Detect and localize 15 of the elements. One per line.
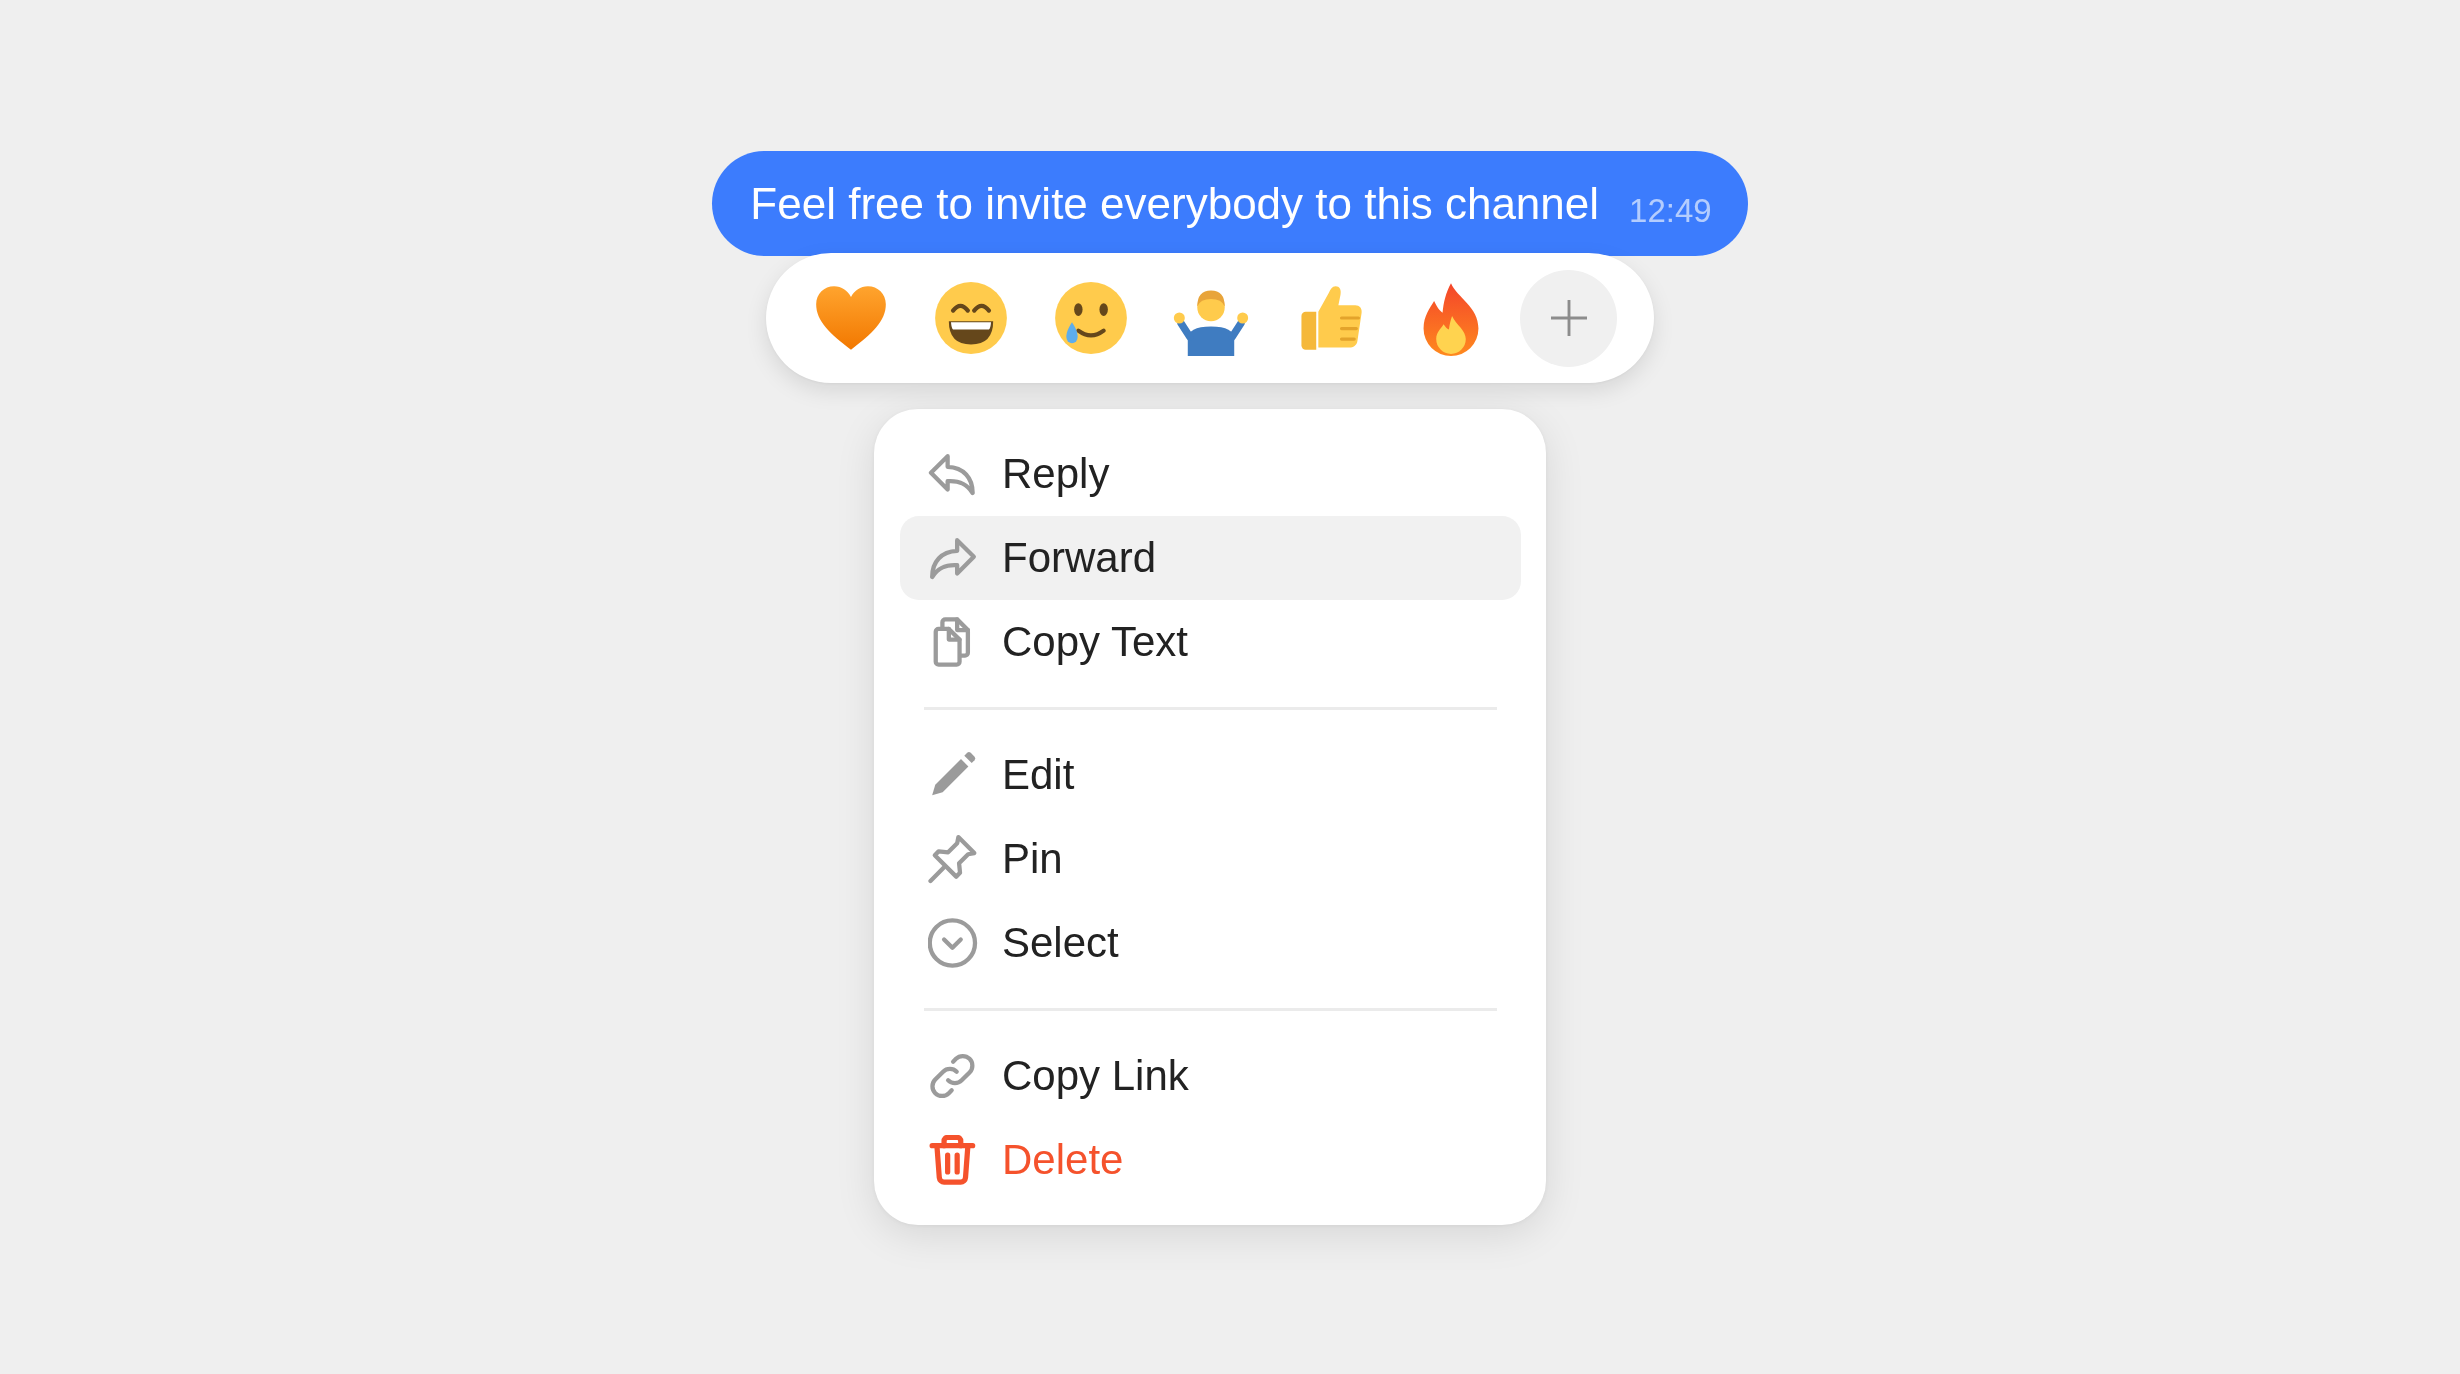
circle-chevron-icon bbox=[928, 918, 978, 968]
menu-item[interactable]: Pin bbox=[900, 817, 1521, 901]
smiling-face-with-tear-icon[interactable] bbox=[1053, 280, 1129, 356]
message-text: Feel free to invite everybody to this channel bbox=[750, 177, 1600, 230]
grinning-face-icon[interactable] bbox=[933, 280, 1009, 356]
menu-item[interactable]: Reply bbox=[900, 432, 1521, 516]
menu-item[interactable]: Forward bbox=[900, 516, 1521, 600]
plus-icon bbox=[1550, 300, 1587, 336]
menu-item[interactable]: Copy Text bbox=[900, 600, 1521, 684]
message-time: 12:49 bbox=[1629, 190, 1712, 231]
menu-item[interactable]: Edit bbox=[900, 733, 1521, 817]
trash-icon bbox=[928, 1135, 978, 1185]
menu-item[interactable]: Copy Link bbox=[900, 1034, 1521, 1118]
menu-item[interactable]: Select bbox=[900, 901, 1521, 985]
pushpin-icon bbox=[928, 834, 978, 884]
